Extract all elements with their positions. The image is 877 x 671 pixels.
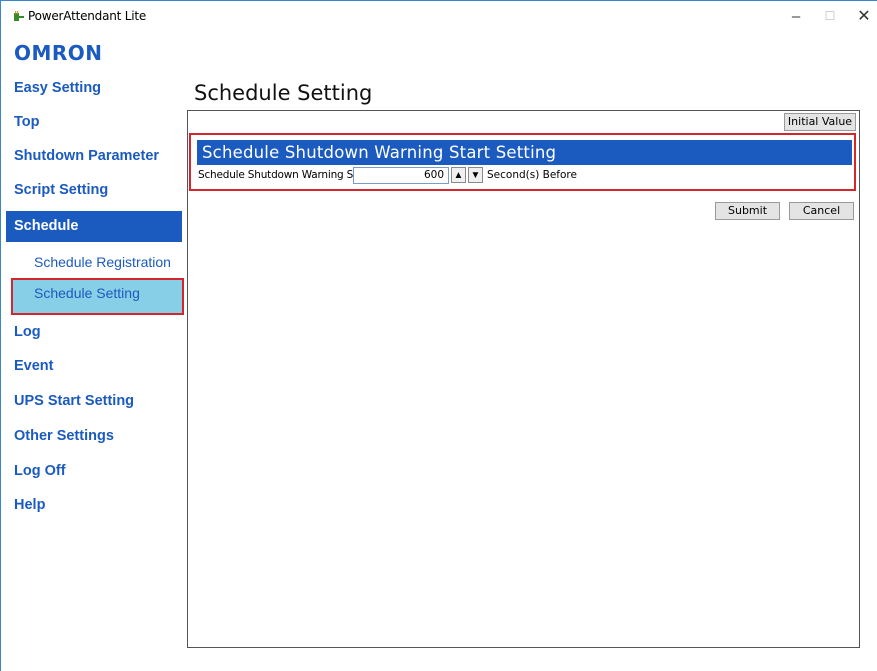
sidebar-subitem-label: Schedule Setting: [34, 285, 140, 301]
sidebar-item-other-settings[interactable]: Other Settings: [6, 421, 182, 452]
spin-down-button[interactable]: ▼: [468, 167, 483, 183]
power-app-icon: [14, 11, 24, 21]
sidebar-subitem-schedule-registration[interactable]: Schedule Registration: [13, 247, 181, 278]
sidebar-item-log[interactable]: Log: [6, 317, 182, 348]
sidebar-item-easy-setting[interactable]: Easy Setting: [6, 73, 182, 104]
window-title: PowerAttendant Lite: [28, 9, 147, 23]
warning-start-section: Schedule Shutdown Warning Start Setting …: [189, 133, 856, 191]
up-arrow-icon: ▲: [453, 169, 464, 181]
unit-label: Second(s) Before: [487, 169, 577, 181]
submit-button[interactable]: Submit: [715, 202, 780, 220]
sidebar-item-log-off[interactable]: Log Off: [6, 456, 182, 487]
sidebar-subitem-schedule-setting[interactable]: Schedule Setting: [11, 278, 184, 315]
sidebar-item-shutdown-parameter[interactable]: Shutdown Parameter: [6, 141, 182, 172]
settings-panel: Initial Value Schedule Shutdown Warning …: [187, 110, 860, 648]
sidebar-item-top[interactable]: Top: [6, 107, 182, 138]
minimize-button[interactable]: –: [779, 1, 813, 31]
warning-start-input[interactable]: 600: [353, 167, 449, 184]
sidebar-item-script-setting[interactable]: Script Setting: [6, 175, 182, 206]
app-window: PowerAttendant Lite – ☐ ✕ OMRON Easy Set…: [0, 0, 877, 671]
sidebar-item-help[interactable]: Help: [6, 490, 182, 521]
down-arrow-icon: ▼: [470, 169, 481, 181]
page-title: Schedule Setting: [194, 81, 373, 105]
sidebar-item-event[interactable]: Event: [6, 351, 182, 382]
sidebar-item-schedule[interactable]: Schedule: [6, 211, 182, 242]
initial-value-button[interactable]: Initial Value: [784, 113, 856, 131]
close-button[interactable]: ✕: [847, 1, 877, 31]
title-bar: PowerAttendant Lite – ☐ ✕: [1, 1, 877, 31]
warning-start-label: Schedule Shutdown Warning Start: [198, 169, 372, 181]
spin-up-button[interactable]: ▲: [451, 167, 466, 183]
cancel-button[interactable]: Cancel: [789, 202, 854, 220]
maximize-button[interactable]: ☐: [813, 1, 847, 31]
sidebar-item-ups-start-setting[interactable]: UPS Start Setting: [6, 386, 182, 417]
section-header: Schedule Shutdown Warning Start Setting: [197, 140, 852, 165]
omron-logo: OMRON: [14, 41, 103, 65]
